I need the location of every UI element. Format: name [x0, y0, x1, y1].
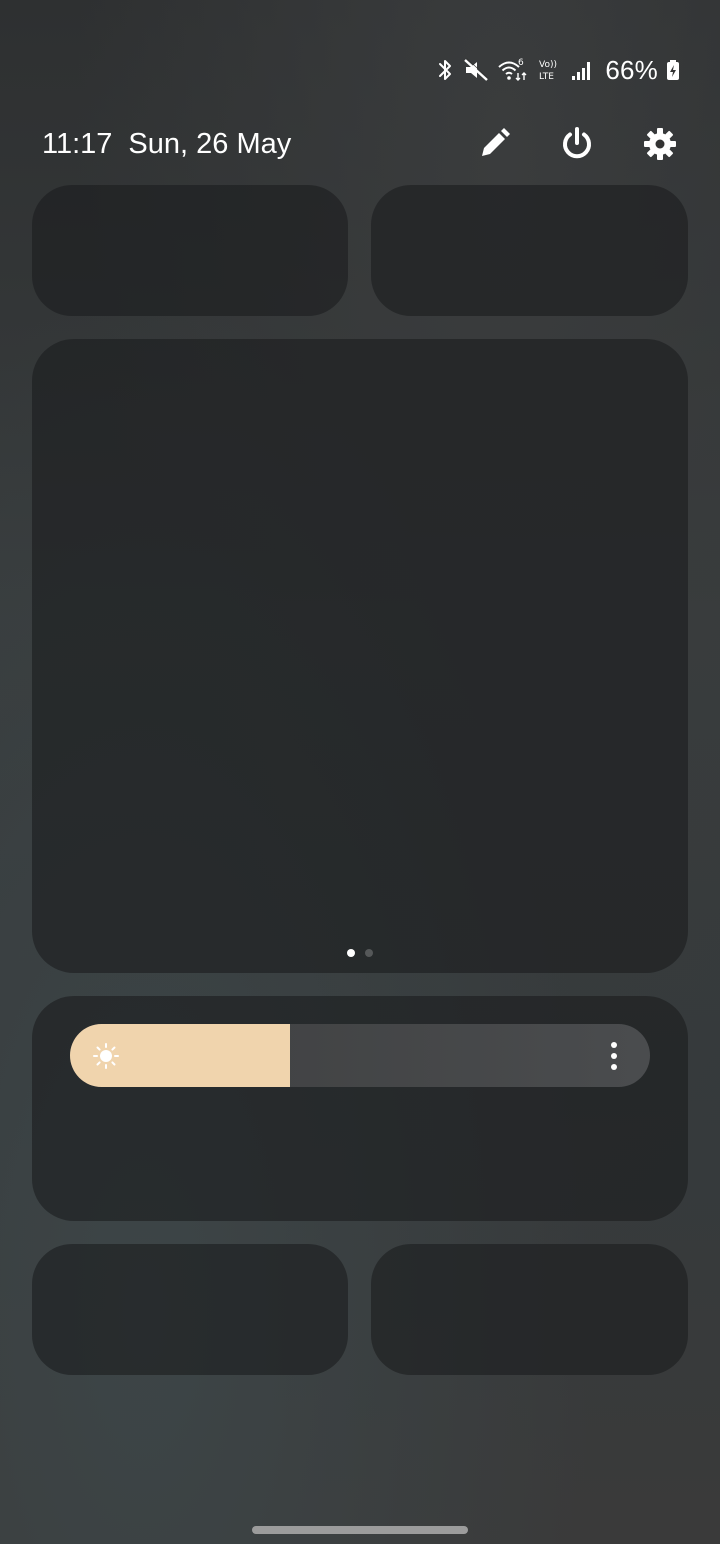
brightness-panel — [32, 996, 688, 1221]
battery-charging-icon — [666, 59, 680, 81]
quick-settings-grid[interactable] — [32, 339, 688, 973]
quick-tile-bottom-left[interactable] — [32, 1244, 348, 1375]
wifi-badge: 6 — [518, 58, 524, 68]
page-dot-2[interactable] — [365, 949, 373, 957]
more-vertical-icon — [611, 1042, 617, 1070]
battery-percentage: 66% — [605, 54, 658, 85]
quick-tile-bottom-right[interactable] — [371, 1244, 688, 1375]
edit-button[interactable] — [474, 124, 514, 164]
quick-tile-top-left[interactable] — [32, 185, 348, 316]
volte-lte-icon: Vo)) LTE — [537, 57, 563, 83]
sun-icon — [93, 1043, 119, 1069]
wifi-6-icon: 6 — [497, 57, 529, 83]
power-button[interactable] — [557, 124, 597, 164]
mute-icon — [463, 58, 490, 82]
brightness-more-button[interactable] — [600, 1038, 628, 1074]
bluetooth-icon — [435, 58, 455, 82]
brightness-slider[interactable] — [70, 1024, 650, 1087]
edit-icon — [482, 128, 510, 156]
settings-icon — [644, 128, 676, 160]
power-icon — [563, 127, 591, 159]
clock-time[interactable]: 11:17 — [42, 128, 112, 161]
gesture-nav-handle[interactable] — [252, 1526, 468, 1534]
quick-tile-top-right[interactable] — [371, 185, 688, 316]
quick-panel-header: 11:17 Sun, 26 May — [42, 122, 680, 166]
page-dot-1[interactable] — [347, 949, 355, 957]
settings-button[interactable] — [640, 124, 680, 164]
volte-label: Vo)) — [539, 60, 557, 70]
header-actions — [431, 122, 680, 166]
page-indicator — [32, 949, 688, 957]
clock-date[interactable]: Sun, 26 May — [128, 128, 291, 161]
lte-label: LTE — [539, 72, 554, 82]
signal-icon — [571, 58, 593, 82]
status-bar: 6 Vo)) LTE 66% — [435, 52, 680, 88]
